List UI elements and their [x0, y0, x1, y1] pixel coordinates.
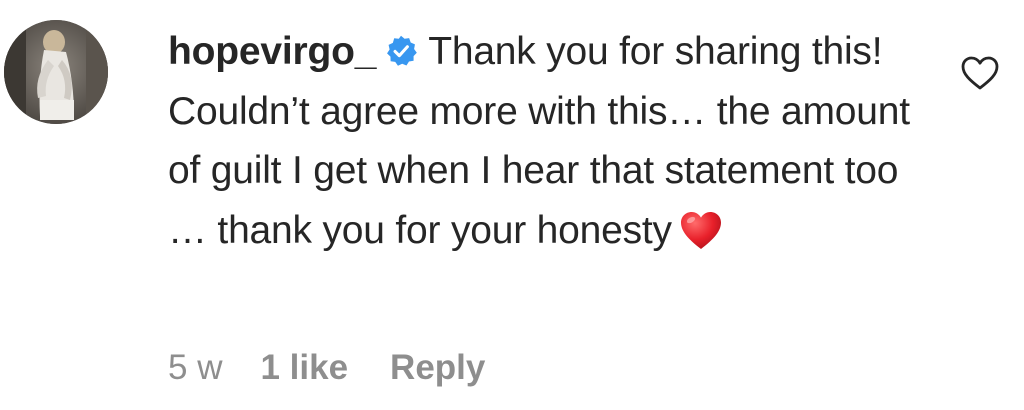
avatar-photo: [4, 20, 108, 124]
comment: hopevirgo_ Thank you for sharing this! C…: [0, 0, 1024, 410]
red-heart-emoji: [680, 211, 721, 249]
avatar[interactable]: [4, 20, 108, 124]
verified-badge-icon: [387, 35, 418, 66]
comment-timestamp: 5 w: [168, 348, 223, 387]
comment-likes-count[interactable]: 1 like: [260, 346, 348, 390]
comment-username[interactable]: hopevirgo_: [168, 30, 376, 73]
reply-button[interactable]: Reply: [390, 346, 485, 390]
comment-body: hopevirgo_ Thank you for sharing this! C…: [168, 22, 928, 260]
comment-meta: 5 w 1 like Reply: [168, 346, 485, 390]
heart-outline-icon[interactable]: [960, 55, 1000, 91]
